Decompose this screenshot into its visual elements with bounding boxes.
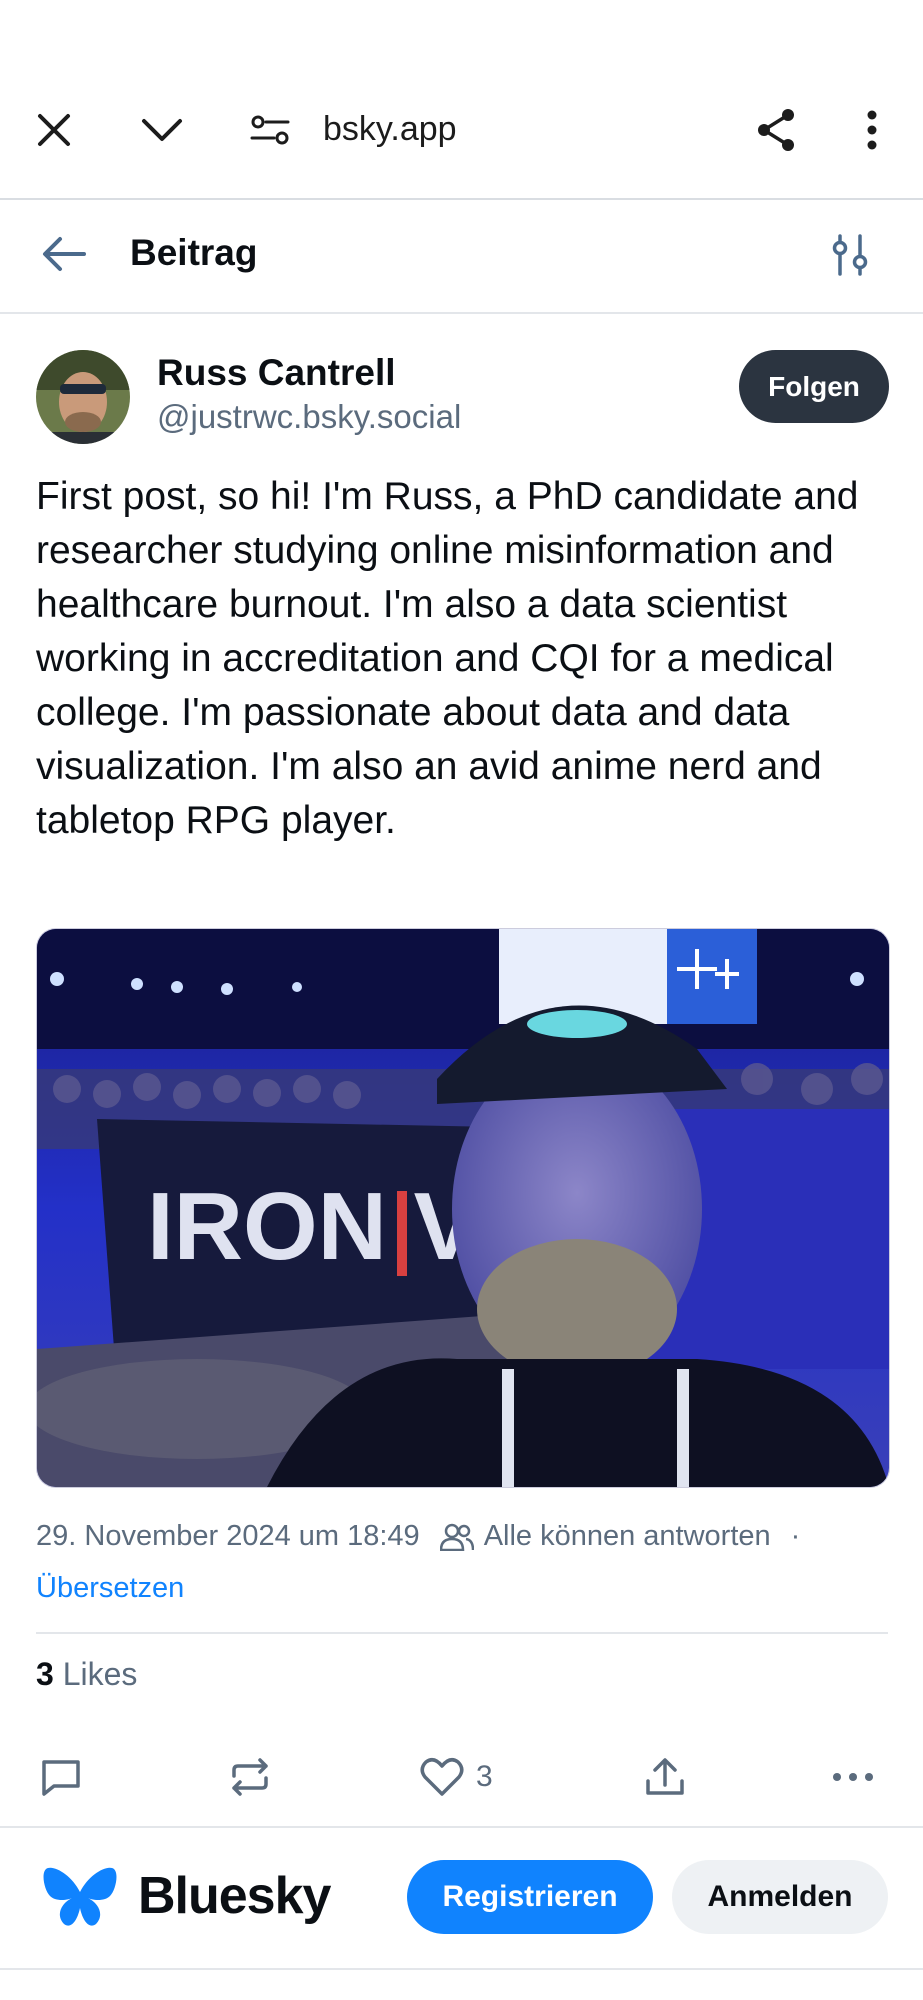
page-title: Beitrag bbox=[130, 232, 258, 273]
more-horizontal-button[interactable] bbox=[832, 1752, 874, 1802]
share-icon[interactable] bbox=[746, 100, 806, 160]
likes-count: 3 bbox=[36, 1656, 54, 1692]
repost-button[interactable] bbox=[228, 1752, 272, 1802]
likes-label: Likes bbox=[62, 1656, 138, 1692]
filter-sliders-icon[interactable] bbox=[830, 234, 874, 278]
upload-share-icon bbox=[646, 1758, 684, 1795]
reply-setting[interactable]: Alle können antworten bbox=[484, 1520, 771, 1553]
repost-icon bbox=[232, 1758, 268, 1796]
signup-footer: Bluesky Registrieren Anmelden bbox=[0, 1826, 923, 1970]
post-meta: 29. November 2024 um 18:49 Alle können a… bbox=[36, 1520, 800, 1553]
divider bbox=[36, 1632, 888, 1634]
author-name[interactable]: Russ Cantrell bbox=[157, 352, 396, 394]
avatar[interactable] bbox=[36, 350, 130, 444]
post-text: First post, so hi! I'm Russ, a PhD candi… bbox=[36, 475, 859, 842]
heart-icon bbox=[420, 1758, 464, 1796]
meta-separator: · bbox=[790, 1520, 801, 1552]
reply-icon bbox=[42, 1760, 80, 1796]
people-icon bbox=[439, 1523, 474, 1551]
more-horizontal-icon bbox=[833, 1773, 873, 1781]
like-button[interactable]: 3 bbox=[420, 1752, 493, 1802]
url-text[interactable]: bsky.app bbox=[323, 110, 457, 149]
more-vertical-icon[interactable] bbox=[842, 100, 902, 160]
back-arrow-icon[interactable] bbox=[40, 234, 90, 278]
close-icon[interactable] bbox=[24, 100, 84, 160]
site-settings-icon[interactable] bbox=[240, 100, 300, 160]
register-button[interactable]: Registrieren bbox=[407, 1860, 653, 1934]
like-count: 3 bbox=[476, 1760, 493, 1793]
chevron-down-icon[interactable] bbox=[132, 100, 192, 160]
post-image[interactable]: IRON VIZ bbox=[36, 928, 890, 1488]
share-post-button[interactable] bbox=[644, 1752, 686, 1802]
post-header: Beitrag bbox=[0, 200, 923, 314]
timestamp[interactable]: 29. November 2024 um 18:49 bbox=[36, 1520, 420, 1553]
login-button[interactable]: Anmelden bbox=[672, 1860, 888, 1934]
reply-button[interactable] bbox=[40, 1752, 82, 1802]
follow-button[interactable]: Folgen bbox=[739, 350, 889, 423]
likes-summary[interactable]: 3 Likes bbox=[36, 1656, 137, 1693]
bluesky-butterfly-icon bbox=[42, 1864, 118, 1930]
brand-wordmark[interactable]: Bluesky bbox=[138, 1866, 331, 1926]
author-handle[interactable]: @justrwc.bsky.social bbox=[157, 398, 461, 436]
browser-toolbar: bsky.app bbox=[0, 70, 923, 200]
translate-link[interactable]: Übersetzen bbox=[36, 1572, 184, 1605]
